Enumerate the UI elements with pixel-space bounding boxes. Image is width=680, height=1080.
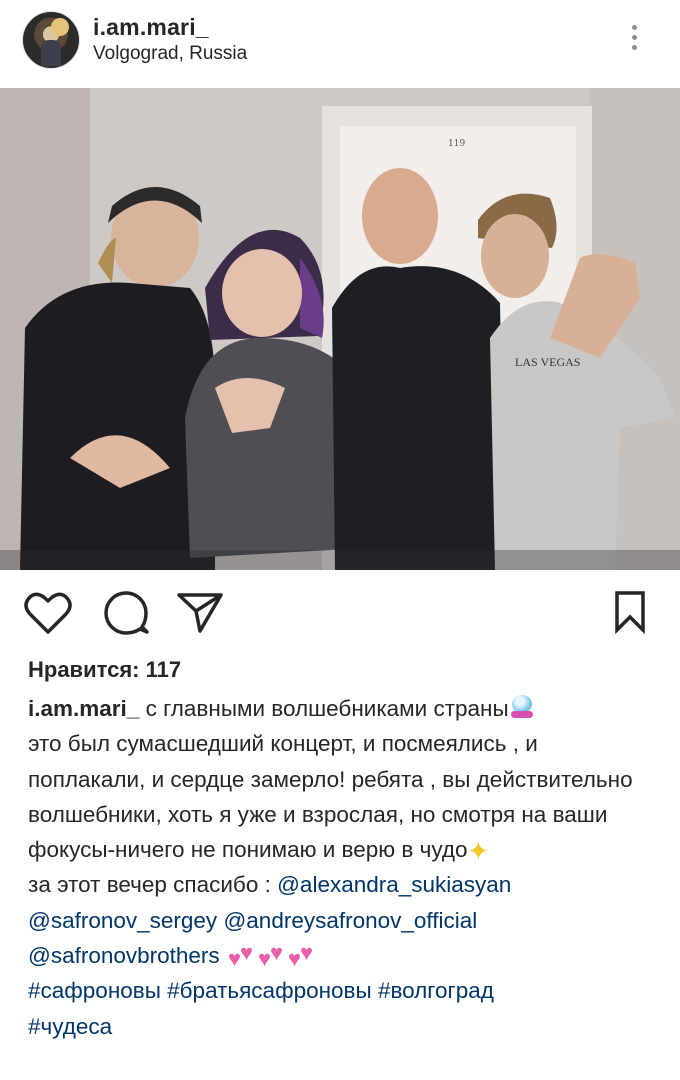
post-caption: i.am.mari_ с главными волшебниками стран… (28, 691, 658, 1044)
heart-icon[interactable] (24, 591, 72, 640)
post-username[interactable]: i.am.mari_ (93, 14, 209, 41)
caption-text-2: это был сумасшедший концерт, и посмеялис… (28, 731, 633, 863)
mention-link[interactable]: @safronov_sergey (28, 908, 217, 933)
bookmark-icon[interactable] (612, 590, 648, 639)
likes-count[interactable]: Нравится: 117 (28, 657, 181, 683)
action-bar (0, 570, 680, 656)
two-hearts-icon: ♥ ♥ ♥ ♥ ♥ ♥ (227, 940, 314, 972)
mention-link[interactable]: @andreysafronov_official (223, 908, 477, 933)
paper-plane-icon[interactable] (176, 591, 224, 640)
post-location[interactable]: Volgograd, Russia (93, 43, 247, 65)
hashtag-link[interactable]: #чудеса (28, 1014, 112, 1039)
sparkles-icon: ✦ (467, 836, 490, 867)
more-options-icon[interactable] (626, 22, 642, 58)
post-photo[interactable]: 119 LAS VEGAS (0, 88, 680, 570)
mention-link[interactable]: @safronovbrothers (28, 943, 220, 968)
comment-icon[interactable] (102, 591, 150, 642)
door-number: 119 (448, 139, 465, 149)
hashtag-link[interactable]: #братьясафроновы (167, 978, 372, 1003)
avatar[interactable] (22, 11, 80, 69)
caption-author[interactable]: i.am.mari_ (28, 696, 139, 721)
caption-thanks: за этот вечер спасибо : (28, 872, 278, 898)
shirt-text: LAS VEGAS (515, 355, 580, 369)
caption-text-1: с главными волшебниками страны (139, 696, 509, 721)
hashtag-link[interactable]: #волгоград (378, 978, 494, 1003)
post-header: i.am.mari_ Volgograd, Russia (0, 0, 680, 88)
mention-link[interactable]: @alexandra_sukiasyan (277, 872, 511, 897)
crystal-ball-icon (509, 695, 535, 719)
hashtag-link[interactable]: #сафроновы (28, 978, 161, 1003)
